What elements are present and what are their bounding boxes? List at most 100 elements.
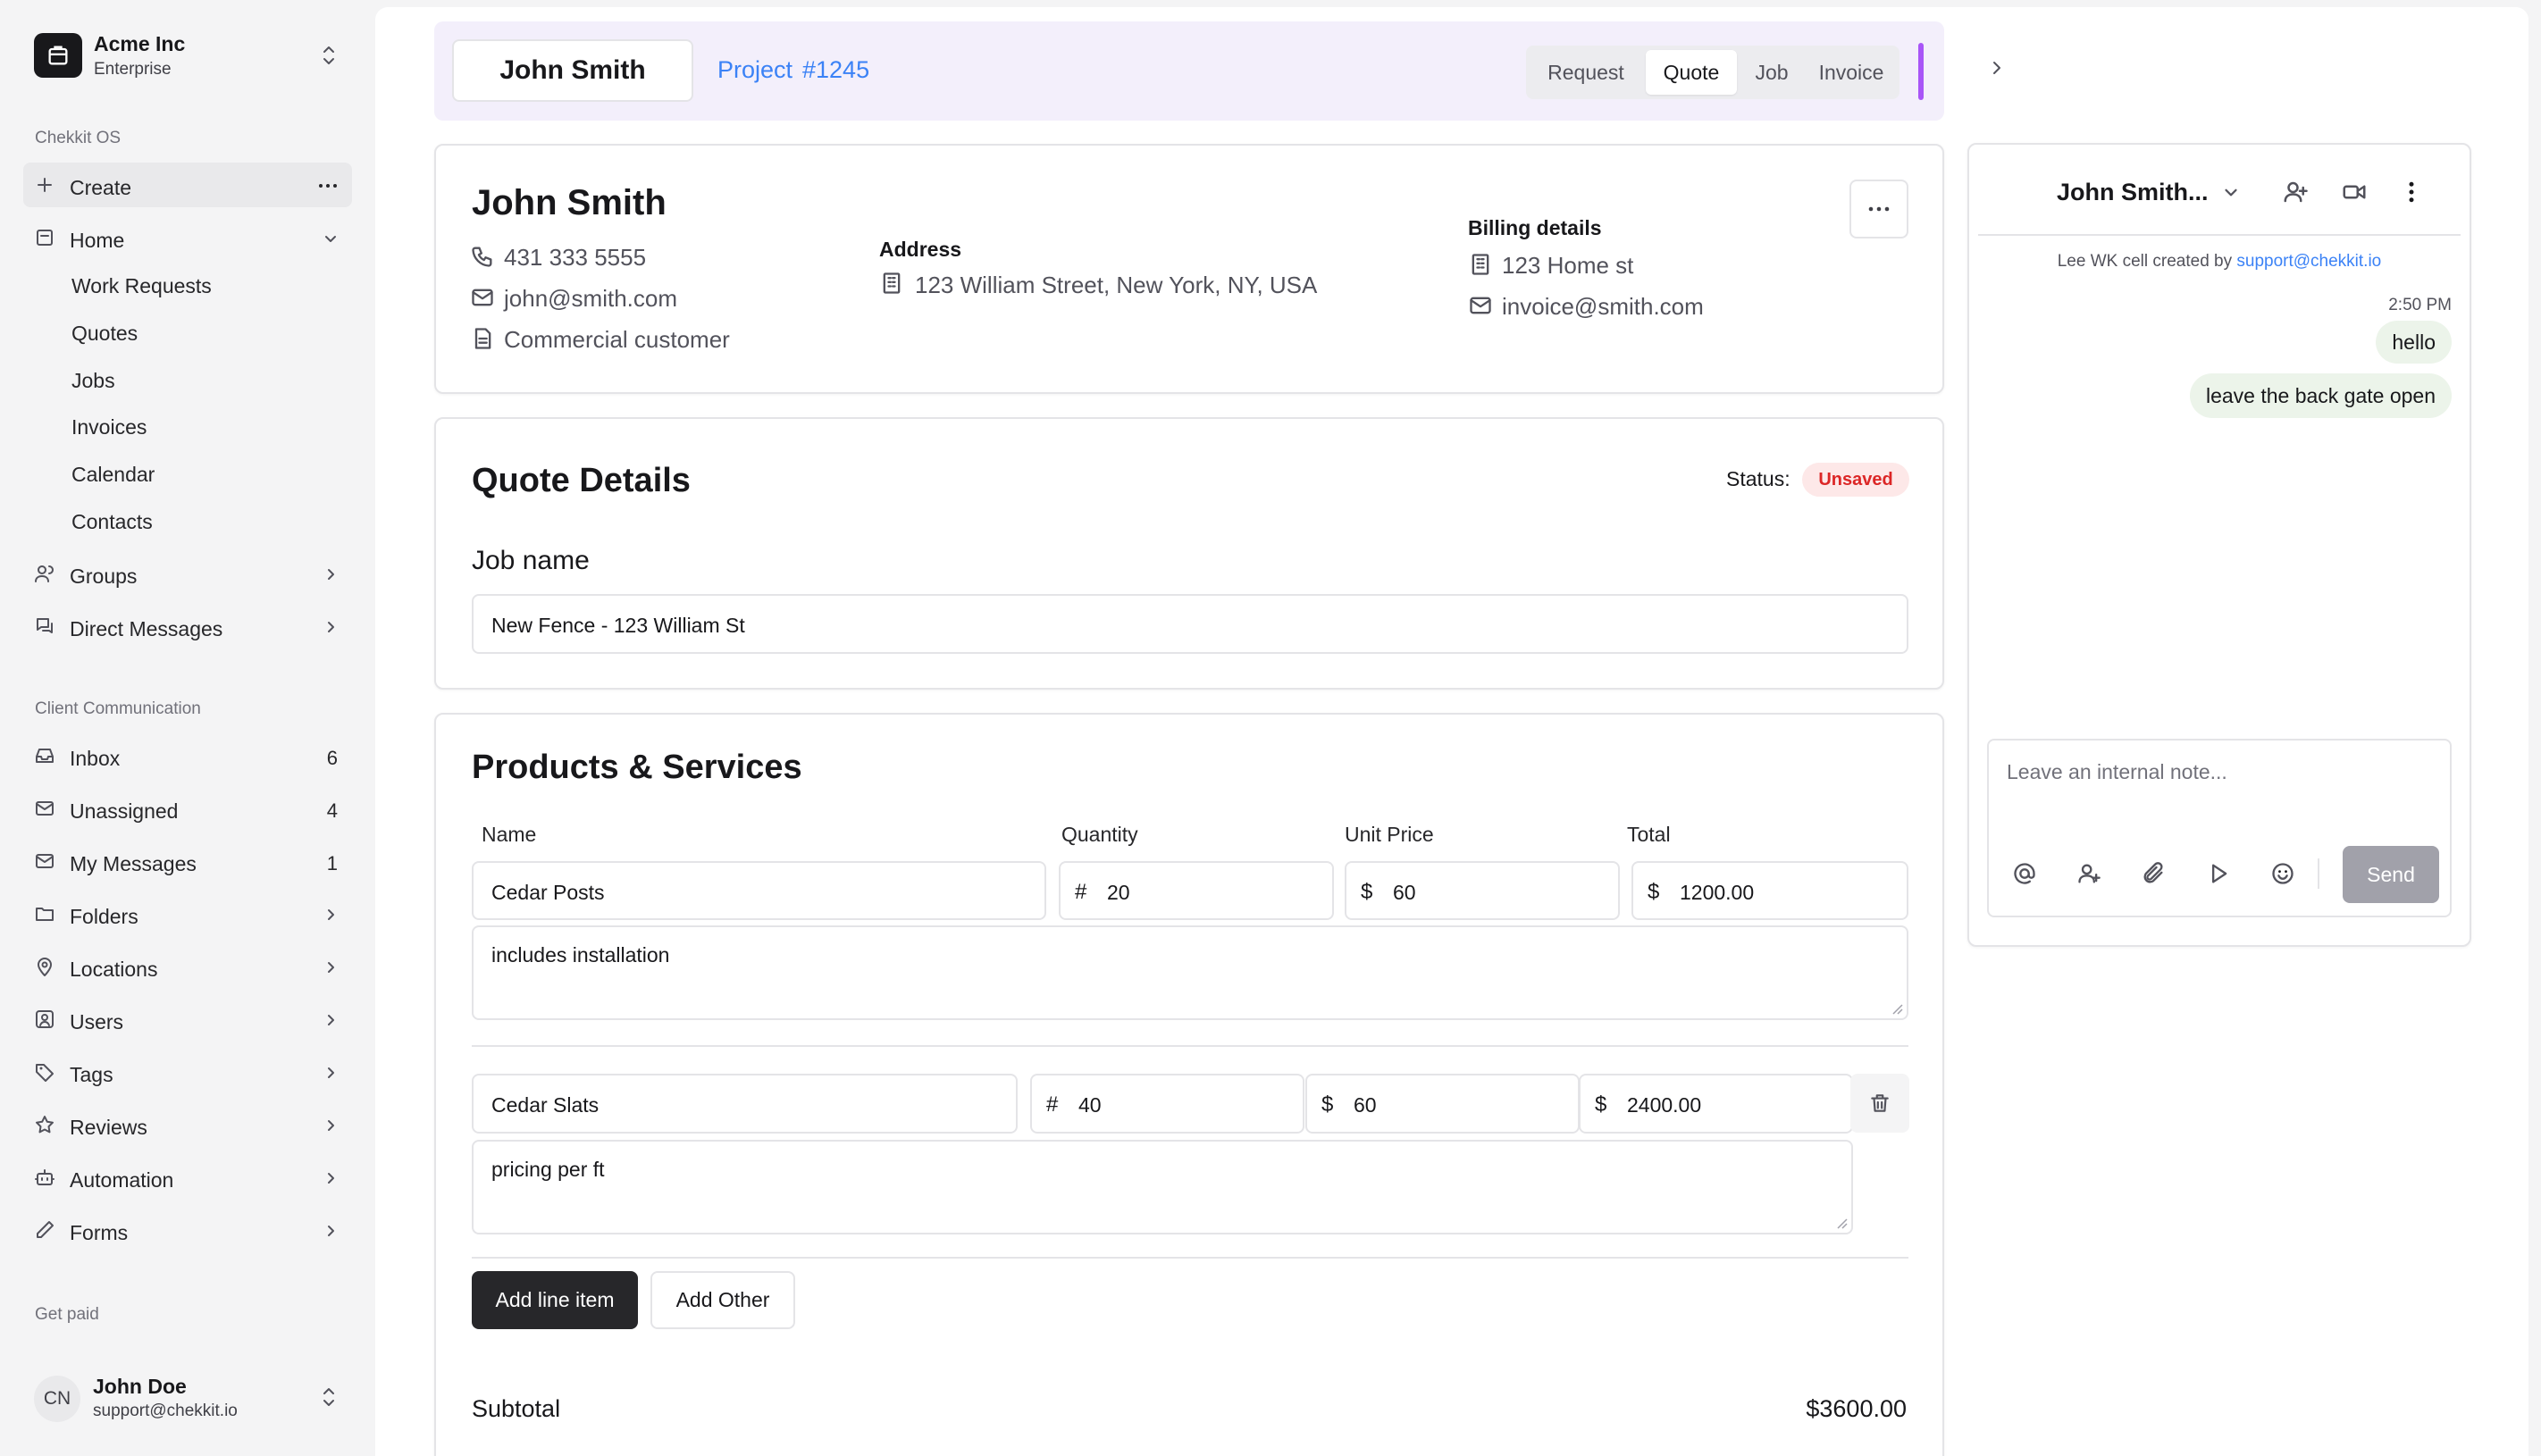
sidebar: Acme Inc Enterprise Chekkit OS Create Ho…	[0, 0, 375, 1456]
sidebar-item-jobs[interactable]: Jobs	[71, 369, 115, 393]
more-vertical-icon[interactable]	[2398, 179, 2425, 205]
sidebar-label-home: Home	[70, 229, 125, 252]
sidebar-item-users[interactable]: Users	[23, 997, 352, 1042]
chevron-right-icon[interactable]	[1986, 57, 2008, 79]
dollar-icon: $	[1361, 880, 1373, 904]
tab-request[interactable]: Request	[1531, 50, 1640, 95]
customer-card: John Smith 431 333 5555 john@smith.com C…	[434, 144, 1944, 394]
chevron-right-icon	[328, 1120, 334, 1131]
job-name-input[interactable]: New Fence - 123 William St	[472, 594, 1908, 654]
add-line-item-button[interactable]: Add line item	[472, 1271, 638, 1329]
send-button[interactable]: Send	[2343, 846, 2439, 903]
item-note-textarea[interactable]: includes installation	[472, 925, 1908, 1020]
add-user-icon[interactable]	[2282, 179, 2309, 205]
customer-phone[interactable]: 431 333 5555	[504, 246, 646, 269]
job-name-label: Job name	[472, 546, 590, 575]
add-other-button[interactable]: Add Other	[650, 1271, 795, 1329]
sidebar-item-calendar[interactable]: Calendar	[71, 463, 155, 487]
dollar-icon: $	[1321, 1092, 1334, 1117]
sidebar-item-my-messages[interactable]: My Messages 1	[23, 839, 352, 883]
tab-job[interactable]: Job	[1739, 50, 1805, 95]
chat-title[interactable]: John Smith...	[2057, 180, 2209, 205]
sidebar-item-groups[interactable]: Groups	[23, 551, 352, 596]
client-name-chip[interactable]: John Smith	[452, 39, 693, 102]
chevron-right-icon	[328, 622, 334, 632]
system-message-link[interactable]: support@chekkit.io	[2236, 252, 2381, 271]
org-logo[interactable]	[34, 33, 82, 78]
smiley-icon[interactable]	[2270, 861, 2295, 886]
item-name-input[interactable]: Cedar Posts	[472, 861, 1046, 920]
chevron-right-icon	[328, 962, 334, 973]
sidebar-item-locations[interactable]: Locations	[23, 944, 352, 989]
sidebar-item-automation[interactable]: Automation	[23, 1155, 352, 1200]
at-icon[interactable]	[2012, 861, 2037, 886]
tag-icon	[36, 1064, 54, 1082]
quote-details-card: Quote Details Status: Unsaved Job name N…	[434, 417, 1944, 690]
sidebar-item-home[interactable]: Home	[23, 215, 352, 260]
add-user-icon[interactable]	[2076, 861, 2101, 886]
item-price-input[interactable]: $ 60	[1345, 861, 1620, 920]
tab-invoice[interactable]: Invoice	[1807, 50, 1896, 95]
project-number[interactable]: #1245	[802, 58, 869, 82]
folder-icon	[36, 908, 54, 921]
delete-item-button[interactable]	[1850, 1074, 1909, 1133]
sidebar-item-work-requests[interactable]: Work Requests	[71, 274, 212, 298]
avatar[interactable]: CN	[34, 1376, 80, 1422]
project-label[interactable]: Project	[717, 58, 792, 82]
create-button[interactable]: Create	[23, 163, 352, 207]
chevron-down-icon	[325, 236, 336, 242]
inbox-icon	[36, 749, 54, 763]
item-name-value: Cedar Slats	[491, 1093, 600, 1117]
pencil-icon	[37, 1221, 54, 1238]
sidebar-item-reviews[interactable]: Reviews	[23, 1102, 352, 1147]
sidebar-item-invoices[interactable]: Invoices	[71, 415, 147, 439]
create-label: Create	[70, 176, 132, 199]
billing-email[interactable]: invoice@smith.com	[1502, 295, 1704, 318]
mail-icon	[36, 801, 54, 816]
item-total-input[interactable]: $ 1200.00	[1631, 861, 1908, 920]
tab-quote[interactable]: Quote	[1646, 50, 1737, 95]
resize-handle-icon[interactable]	[1835, 1217, 1848, 1229]
customer-email[interactable]: john@smith.com	[504, 287, 677, 310]
more-icon[interactable]	[316, 177, 340, 195]
sidebar-item-unassigned[interactable]: Unassigned 4	[23, 786, 352, 831]
products-title: Products & Services	[472, 749, 802, 786]
sidebar-item-inbox[interactable]: Inbox 6	[23, 733, 352, 778]
sidebar-label-tags: Tags	[70, 1063, 113, 1086]
item-note-textarea[interactable]: pricing per ft	[472, 1140, 1853, 1234]
note-input[interactable]: Leave an internal note...	[2007, 762, 2227, 782]
sidebar-item-direct-messages[interactable]: Direct Messages	[23, 604, 352, 649]
org-switcher-icon[interactable]	[318, 43, 340, 68]
chevron-down-icon[interactable]	[2221, 182, 2241, 202]
play-icon[interactable]	[2206, 861, 2231, 886]
sidebar-item-quotes[interactable]: Quotes	[71, 322, 138, 346]
item-quantity-input[interactable]: # 40	[1030, 1074, 1304, 1134]
my-messages-count: 1	[326, 852, 338, 874]
stage-tabs: Request Quote Job Invoice	[1526, 46, 1899, 99]
column-header-unit-price: Unit Price	[1345, 823, 1434, 846]
sidebar-item-contacts[interactable]: Contacts	[71, 510, 153, 534]
section-label-paid: Get paid	[35, 1305, 99, 1324]
users-icon	[35, 565, 54, 582]
building-icon	[1472, 254, 1489, 275]
customer-name: John Smith	[472, 183, 667, 222]
sidebar-label-my-messages: My Messages	[70, 852, 197, 875]
item-price-value: 60	[1354, 1093, 1377, 1117]
paperclip-icon[interactable]	[2141, 861, 2166, 886]
item-total-input[interactable]: $ 2400.00	[1579, 1074, 1853, 1134]
item-quantity-input[interactable]: # 20	[1059, 861, 1334, 920]
system-message: Lee WK cell created by support@chekkit.i…	[1969, 252, 2470, 272]
sidebar-item-tags[interactable]: Tags	[23, 1050, 352, 1094]
org-plan: Enterprise	[94, 60, 172, 79]
chevron-right-icon	[328, 909, 334, 920]
resize-handle-icon[interactable]	[1891, 1002, 1903, 1015]
user-menu-icon[interactable]	[318, 1385, 340, 1410]
item-price-input[interactable]: $ 60	[1305, 1074, 1580, 1134]
column-header-name: Name	[482, 823, 537, 846]
item-name-input[interactable]: Cedar Slats	[472, 1074, 1018, 1134]
video-icon[interactable]	[2341, 179, 2368, 205]
chevron-right-icon	[328, 1226, 334, 1236]
sidebar-item-forms[interactable]: Forms	[23, 1208, 352, 1252]
sidebar-item-folders[interactable]: Folders	[23, 891, 352, 936]
customer-more-button[interactable]	[1849, 180, 1908, 238]
